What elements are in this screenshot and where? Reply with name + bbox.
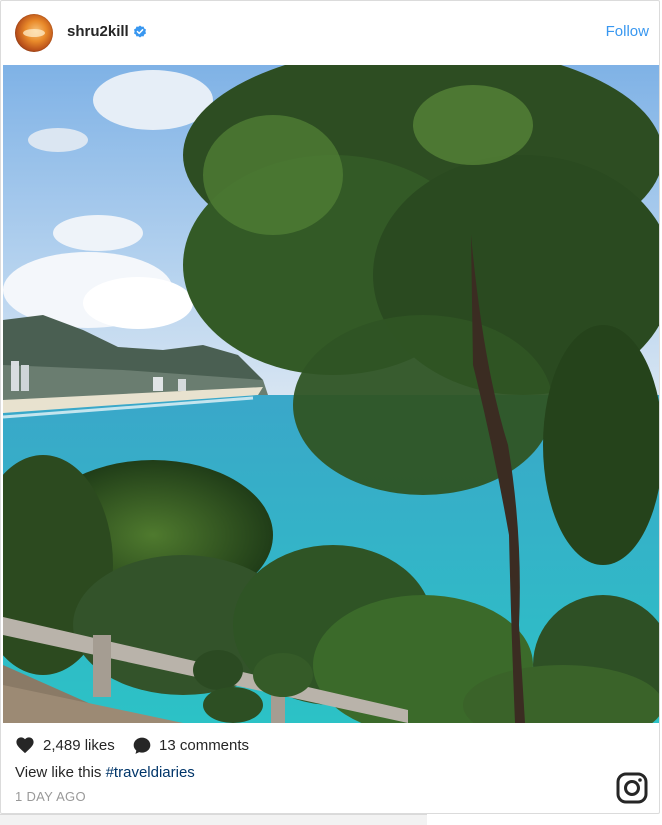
likes-count[interactable]: 2,489 likes: [43, 737, 115, 754]
bottom-scroll-strip: [0, 814, 427, 825]
instagram-logo-icon[interactable]: [616, 772, 648, 804]
instagram-embed-card: shru2kill Follow 2,489 likes 13 comments…: [0, 0, 660, 814]
caption-hashtag-link[interactable]: #traveldiaries: [106, 764, 195, 781]
post-photo[interactable]: [3, 65, 659, 723]
caption-text: View like this: [15, 764, 106, 781]
username[interactable]: shru2kill: [67, 23, 129, 40]
comment-bubble-icon[interactable]: [132, 736, 152, 756]
post-actions: 2,489 likes 13 comments: [1, 731, 661, 761]
photo-image: [3, 65, 659, 723]
post-caption: View like this #traveldiaries: [15, 764, 195, 781]
post-header: shru2kill Follow: [1, 1, 661, 65]
avatar[interactable]: [15, 14, 53, 52]
comments-count[interactable]: 13 comments: [159, 737, 249, 754]
post-timestamp[interactable]: 1 DAY AGO: [15, 789, 86, 804]
heart-icon[interactable]: [15, 736, 35, 754]
verified-badge-icon: [134, 25, 146, 38]
follow-button[interactable]: Follow: [606, 23, 649, 40]
